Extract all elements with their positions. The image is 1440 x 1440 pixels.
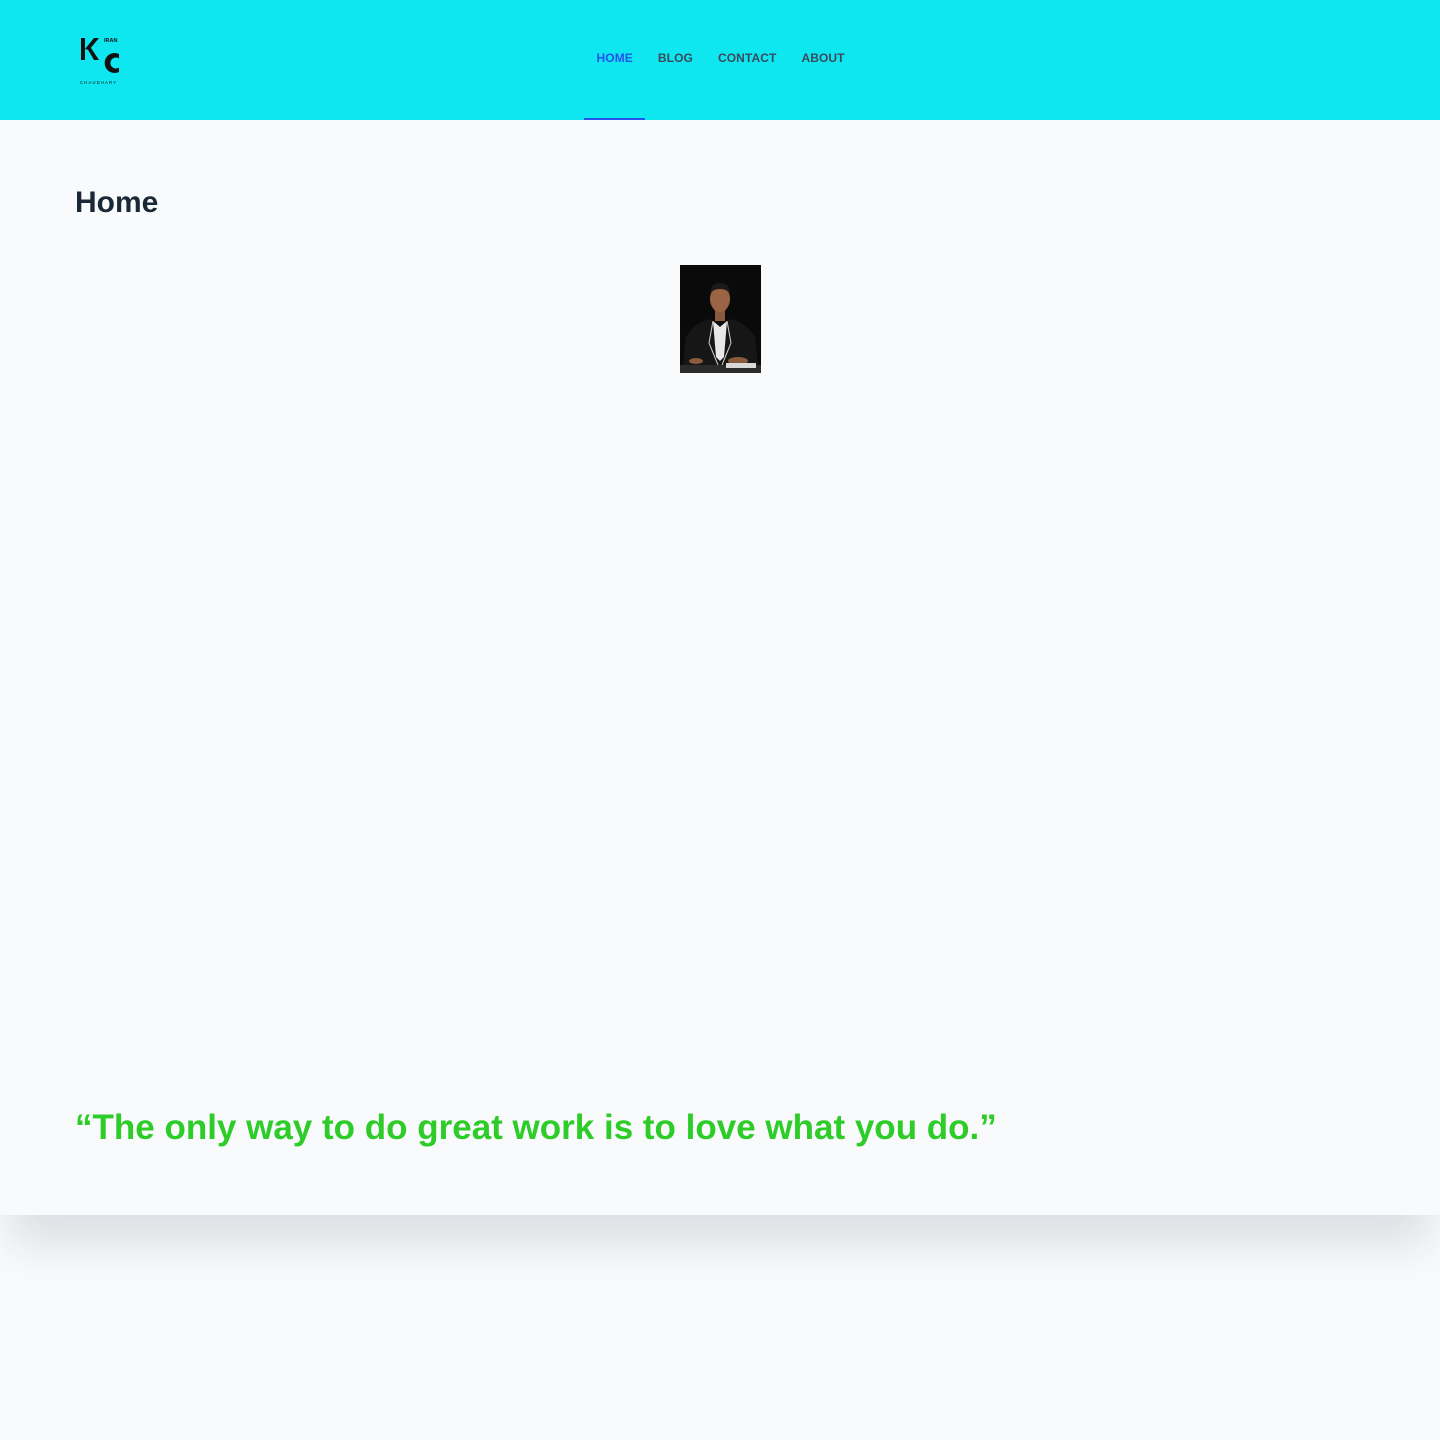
- svg-text:CHAUDHARY: CHAUDHARY: [80, 80, 117, 85]
- site-header: IRAN CHAUDHARY HOME BLOG CONTACT ABOUT: [0, 0, 1440, 120]
- page-title: Home: [75, 186, 159, 219]
- svg-text:IRAN: IRAN: [104, 38, 117, 44]
- kc-logo-icon: IRAN CHAUDHARY: [80, 38, 119, 85]
- site-logo[interactable]: IRAN CHAUDHARY: [78, 34, 128, 86]
- quote-text: “The only way to do great work is to lov…: [75, 1108, 997, 1147]
- main-content: Home “The only way to do great work is t…: [0, 120, 1440, 1215]
- portrait-photo: [680, 265, 761, 373]
- nav-contact[interactable]: CONTACT: [705, 0, 788, 120]
- nav-home[interactable]: HOME: [584, 0, 646, 120]
- nav-blog[interactable]: BLOG: [645, 0, 705, 120]
- main-nav: HOME BLOG CONTACT ABOUT: [584, 0, 857, 120]
- nav-about[interactable]: ABOUT: [789, 0, 857, 120]
